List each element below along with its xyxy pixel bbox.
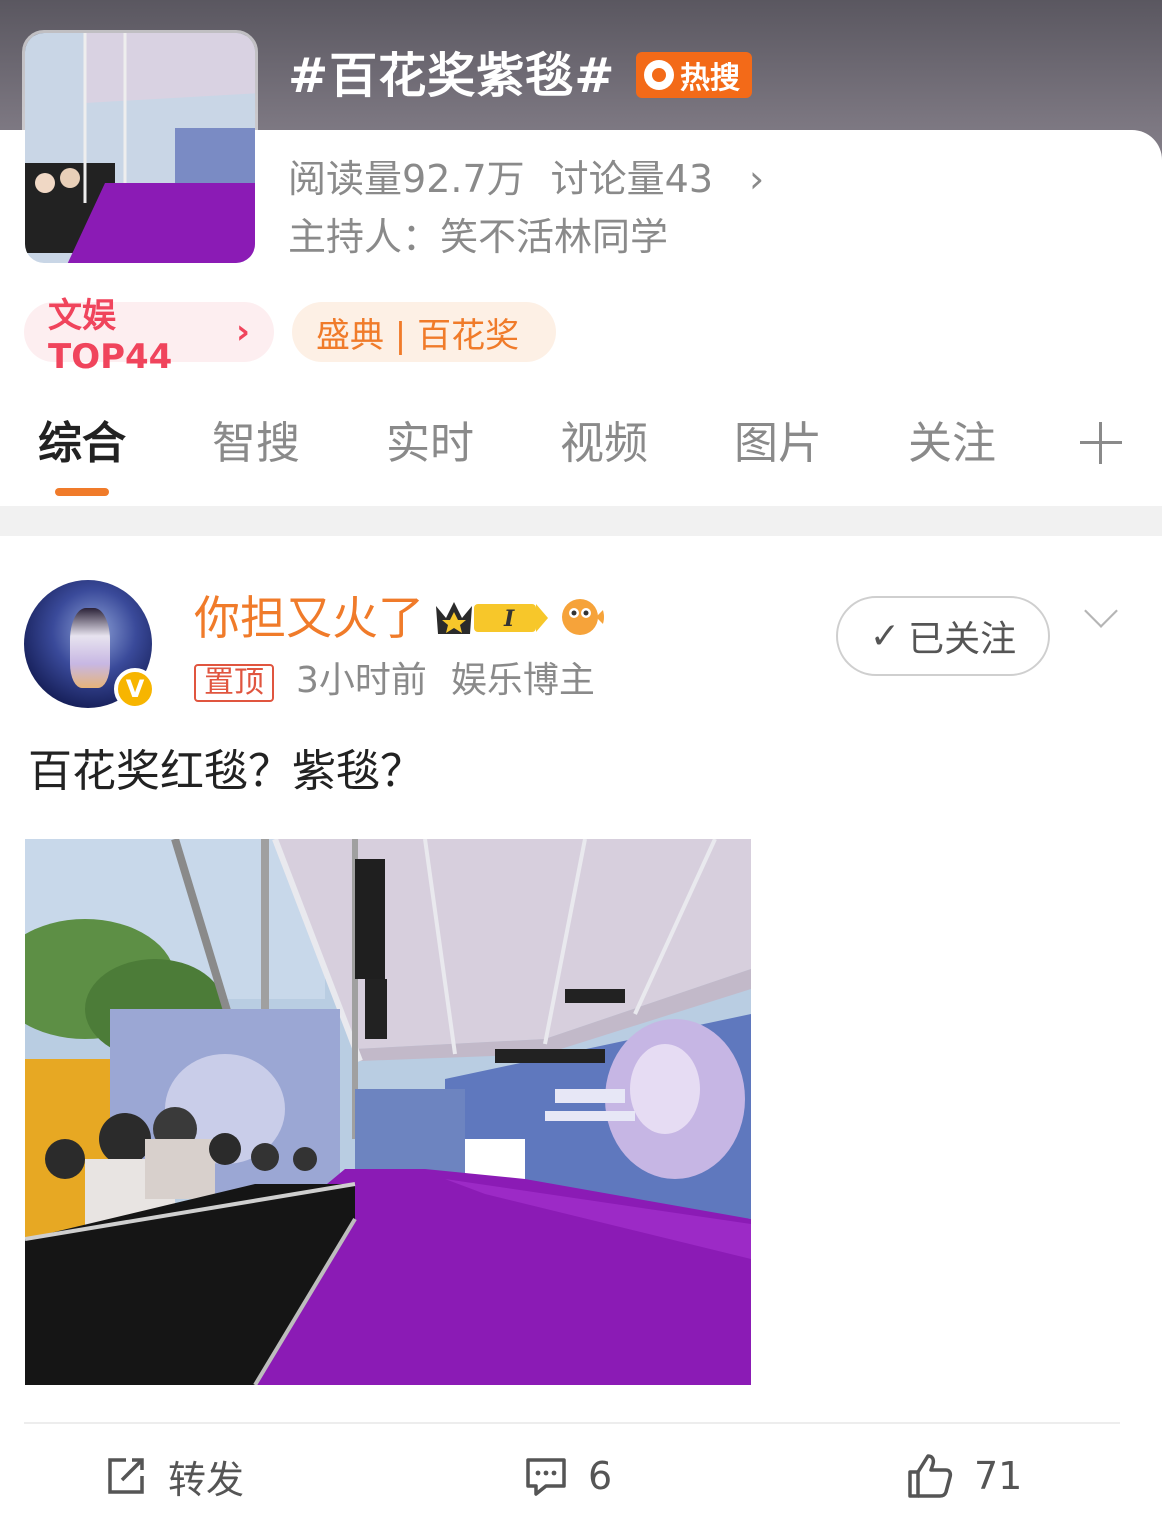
topic-thumbnail-image xyxy=(25,33,255,263)
discussion-stat: 讨论量43 xyxy=(551,156,713,202)
rank-pill[interactable]: 文娱TOP44 › xyxy=(24,296,274,377)
like-count: 71 xyxy=(974,1454,1023,1498)
purple-carpet-photo xyxy=(25,839,751,1385)
repost-icon xyxy=(108,1458,144,1494)
post-username[interactable]: 你担又火了 xyxy=(194,588,424,648)
fish-mascot-icon xyxy=(562,599,604,635)
crown-level-icon: I xyxy=(436,602,548,634)
reads-value: 92.7万 xyxy=(402,157,525,201)
topic-thumbnail[interactable] xyxy=(22,30,258,266)
topic-stats[interactable]: 阅读量92.7万 讨论量43 › xyxy=(288,156,764,202)
tab-video[interactable]: 视频 xyxy=(560,412,648,476)
tab-images[interactable]: 图片 xyxy=(734,412,822,476)
section-divider xyxy=(0,506,1162,536)
discussion-label: 讨论量 xyxy=(550,157,665,201)
hot-badge-label: 热搜 xyxy=(680,61,740,96)
host-label: 主持人： xyxy=(288,215,441,259)
reads-stat: 阅读量92.7万 xyxy=(288,156,525,202)
host-name[interactable]: 笑不活林同学 xyxy=(440,215,668,259)
like-button[interactable]: 71 xyxy=(906,1446,1022,1506)
thumbs-up-icon xyxy=(908,1454,953,1498)
comment-count: 6 xyxy=(588,1454,613,1498)
comment-button[interactable]: 6 xyxy=(524,1446,612,1506)
check-icon: ✓ xyxy=(869,615,901,657)
tab-realtime[interactable]: 实时 xyxy=(386,412,474,476)
level-badge-text: I xyxy=(503,606,515,632)
topic-title: #百花奖紫毯# xyxy=(288,48,616,104)
action-bar-divider xyxy=(24,1422,1120,1424)
verified-icon: V xyxy=(114,668,156,710)
post-meta: 3小时前 娱乐博主 xyxy=(296,658,595,704)
tab-bar: 综合 智搜 实时 视频 图片 关注 xyxy=(0,412,1162,504)
repost-button[interactable]: 转发 xyxy=(104,1446,244,1506)
chevron-right-icon[interactable]: › xyxy=(749,156,764,202)
rank-pill-label: 文娱TOP44 xyxy=(48,295,173,377)
tab-smart-search[interactable]: 智搜 xyxy=(212,412,300,476)
chevron-right-icon: › xyxy=(235,312,250,352)
topic-host[interactable]: 主持人：笑不活林同学 xyxy=(288,214,668,260)
active-tab-indicator xyxy=(55,488,109,496)
reads-label: 阅读量 xyxy=(288,157,403,201)
post-time: 3小时前 xyxy=(296,660,427,701)
tab-following[interactable]: 关注 xyxy=(908,412,996,476)
category-pill-label: 盛典 | 百花奖 xyxy=(316,315,520,356)
author-role: 娱乐博主 xyxy=(450,660,595,701)
repost-label: 转发 xyxy=(168,1457,245,1502)
post-image[interactable] xyxy=(25,839,751,1385)
following-button[interactable]: ✓ 已关注 xyxy=(836,596,1050,676)
discussion-value: 43 xyxy=(664,157,714,201)
comment-icon xyxy=(526,1458,566,1496)
post-text: 百花奖红毯？紫毯？ xyxy=(28,746,424,797)
following-label: 已关注 xyxy=(908,619,1017,660)
add-tab-icon[interactable] xyxy=(1080,422,1122,464)
pinned-tag: 置顶 xyxy=(194,664,274,702)
hot-search-badge: 热搜 xyxy=(636,52,752,98)
hot-icon xyxy=(644,60,674,90)
tab-comprehensive[interactable]: 综合 xyxy=(38,412,126,476)
avatar-figure xyxy=(70,608,110,688)
category-pill[interactable]: 盛典 | 百花奖 xyxy=(292,302,556,362)
chevron-down-icon[interactable] xyxy=(1084,594,1118,628)
